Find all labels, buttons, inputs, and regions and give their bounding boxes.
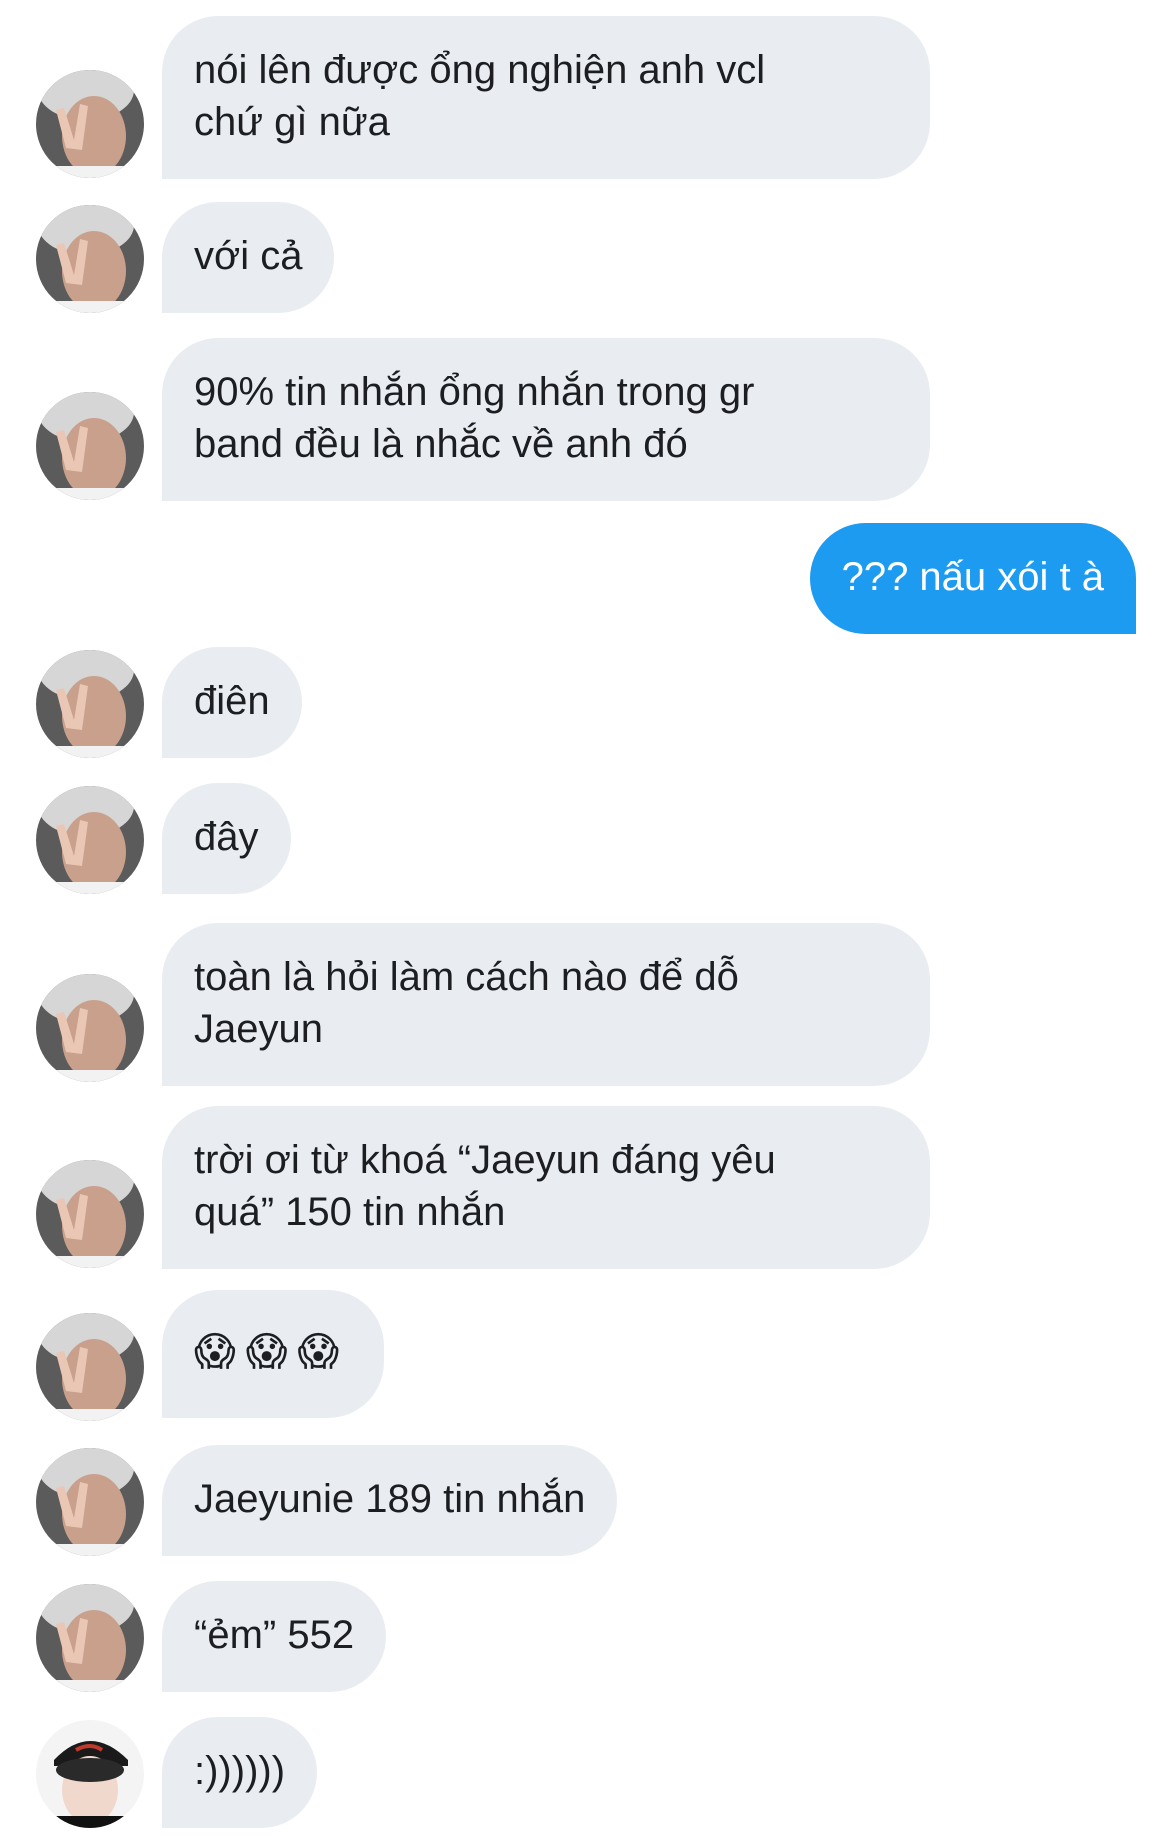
message-bubble[interactable]: Jaeyunie 189 tin nhắn bbox=[162, 1445, 618, 1556]
message-bubble[interactable]: với cả bbox=[162, 202, 335, 313]
avatar-peace-sign-icon[interactable] bbox=[36, 70, 144, 178]
message-bubble[interactable]: toàn là hỏi làm cách nào để dỗ Jaeyun bbox=[162, 923, 930, 1086]
message-bubble[interactable]: nói lên được ổng nghiện anh vcl chứ gì n… bbox=[162, 16, 930, 179]
message-bubble[interactable]: điên bbox=[162, 647, 302, 758]
message-text: toàn là hỏi làm cách nào để dỗ bbox=[194, 955, 739, 999]
message-bubble[interactable]: “ẻm” 552 bbox=[162, 1581, 387, 1692]
message-text: quá” 150 tin nhắn bbox=[194, 1190, 506, 1234]
message-text: Jaeyunie 189 tin nhắn bbox=[194, 1477, 586, 1521]
avatar-peace-sign-icon[interactable] bbox=[36, 1160, 144, 1268]
avatar-peace-sign-icon[interactable] bbox=[36, 1448, 144, 1556]
message-bubble[interactable]: đây bbox=[162, 783, 291, 894]
avatar-peace-sign-icon[interactable] bbox=[36, 1584, 144, 1692]
avatar-peace-sign-icon[interactable] bbox=[36, 205, 144, 313]
avatar-peace-sign-icon[interactable] bbox=[36, 392, 144, 500]
avatar-peace-sign-icon[interactable] bbox=[36, 974, 144, 1082]
message-text: band đều là nhắc về anh đó bbox=[194, 422, 688, 466]
message-text: trời ơi từ khoá “Jaeyun đáng yêu bbox=[194, 1138, 776, 1182]
message-text: ??? nấu xói t à bbox=[841, 555, 1104, 599]
outgoing-message-bubble[interactable]: ??? nấu xói t à bbox=[809, 523, 1136, 634]
message-text: nói lên được ổng nghiện anh vcl bbox=[194, 48, 766, 92]
message-text: 90% tin nhắn ổng nhắn trong gr bbox=[194, 370, 755, 414]
avatar-peace-sign-icon[interactable] bbox=[36, 786, 144, 894]
avatar-cap-icon[interactable] bbox=[36, 1720, 144, 1828]
message-text: “ẻm” 552 bbox=[194, 1613, 355, 1657]
message-text: :)))))) bbox=[194, 1749, 286, 1793]
message-text: Jaeyun bbox=[194, 1007, 323, 1051]
message-bubble[interactable]: 90% tin nhắn ổng nhắn trong gr band đều … bbox=[162, 338, 930, 501]
message-text: với cả bbox=[194, 234, 303, 278]
avatar-peace-sign-icon[interactable] bbox=[36, 1313, 144, 1421]
avatar-peace-sign-icon[interactable] bbox=[36, 650, 144, 758]
message-text: đây bbox=[194, 815, 259, 859]
message-text: chứ gì nữa bbox=[194, 100, 390, 144]
message-text: điên bbox=[194, 679, 270, 723]
message-bubble[interactable]: trời ơi từ khoá “Jaeyun đáng yêu quá” 15… bbox=[162, 1106, 930, 1269]
screaming-emoji-text: 😱😱😱 bbox=[194, 1330, 350, 1374]
message-bubble[interactable]: :)))))) bbox=[162, 1717, 318, 1828]
message-bubble[interactable]: 😱😱😱 bbox=[162, 1290, 384, 1418]
